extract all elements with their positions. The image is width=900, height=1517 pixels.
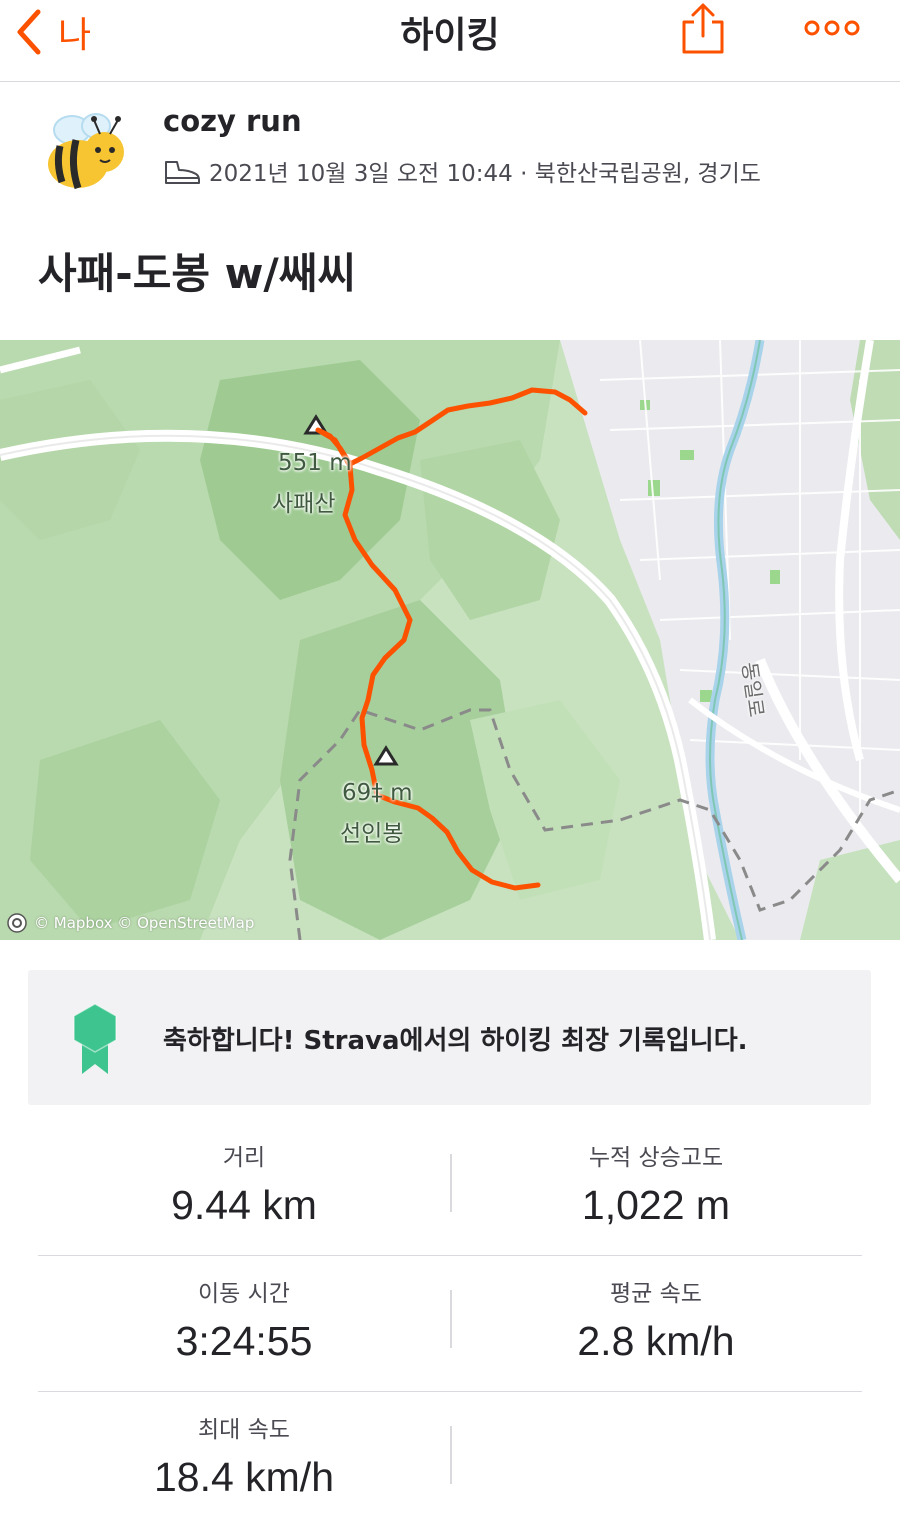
avatar[interactable] bbox=[38, 106, 132, 200]
nav-bar: 나 하이킹 bbox=[0, 0, 900, 82]
stat-value: 1,022 m bbox=[581, 1182, 731, 1228]
peak-name-label: 선인봉 bbox=[340, 821, 404, 847]
achievement-banner[interactable]: 축하합니다! Strava에서의 하이킹 최장 기록입니다. bbox=[28, 970, 871, 1105]
stat-distance: 거리 9.44 km bbox=[38, 1120, 450, 1229]
route-map[interactable]: 551 m 사패산 69‡ m 선인봉 동일로 © Mapbox © OpenS… bbox=[0, 340, 900, 940]
activity-title: 사패-도봉 w/쌔씨 bbox=[38, 249, 357, 298]
stat-value: 18.4 km/h bbox=[153, 1454, 335, 1500]
share-icon bbox=[682, 3, 724, 54]
map-attribution[interactable]: © Mapbox © OpenStreetMap bbox=[6, 912, 254, 934]
bee-avatar-icon bbox=[48, 113, 124, 190]
stats-grid: 거리 9.44 km 누적 상승고도 1,022 m 이동 시간 3:24:55… bbox=[38, 1120, 862, 1517]
shoe-icon bbox=[165, 161, 200, 184]
stat-label: 누적 상승고도 bbox=[588, 1145, 724, 1171]
stat-label: 평균 속도 bbox=[610, 1281, 702, 1307]
stat-elevation-gain: 누적 상승고도 1,022 m bbox=[450, 1120, 862, 1229]
medal-icon bbox=[73, 1003, 117, 1074]
stat-value: 9.44 km bbox=[171, 1182, 317, 1228]
stat-label: 거리 bbox=[222, 1145, 266, 1171]
stats-row: 거리 9.44 km 누적 상승고도 1,022 m bbox=[38, 1120, 862, 1256]
stat-value: 2.8 km/h bbox=[577, 1318, 735, 1364]
stat-avg-speed: 평균 속도 2.8 km/h bbox=[450, 1256, 862, 1365]
more-options-button[interactable] bbox=[800, 14, 864, 42]
map-canvas bbox=[0, 340, 900, 940]
peak-elevation-label: 551 m bbox=[278, 450, 352, 476]
attribution-text: © Mapbox © OpenStreetMap bbox=[34, 914, 255, 932]
stats-row: 최대 속도 18.4 km/h bbox=[38, 1392, 862, 1517]
page-title: 하이킹 bbox=[400, 15, 500, 56]
activity-meta: 2021년 10월 3일 오전 10:44 · 북한산국립공원, 경기도 bbox=[163, 154, 761, 188]
divider bbox=[450, 1426, 452, 1484]
athlete-name[interactable]: cozy run bbox=[163, 104, 302, 138]
stats-row: 이동 시간 3:24:55 평균 속도 2.8 km/h bbox=[38, 1256, 862, 1392]
peak-name-label: 사패산 bbox=[272, 491, 336, 517]
stat-label: 이동 시간 bbox=[198, 1281, 290, 1307]
share-button[interactable] bbox=[680, 2, 726, 56]
stat-moving-time: 이동 시간 3:24:55 bbox=[38, 1256, 450, 1365]
achievement-text: 축하합니다! Strava에서의 하이킹 최장 기록입니다. bbox=[163, 1026, 748, 1056]
stat-value: 3:24:55 bbox=[175, 1318, 313, 1364]
peak-elevation-label: 69‡ m bbox=[342, 780, 413, 806]
stat-max-speed: 최대 속도 18.4 km/h bbox=[38, 1392, 450, 1501]
activity-date-location: 2021년 10월 3일 오전 10:44 · 북한산국립공원, 경기도 bbox=[209, 161, 761, 187]
more-icon bbox=[804, 20, 860, 36]
mapbox-logo-icon bbox=[7, 913, 27, 933]
stat-label: 최대 속도 bbox=[198, 1417, 290, 1443]
